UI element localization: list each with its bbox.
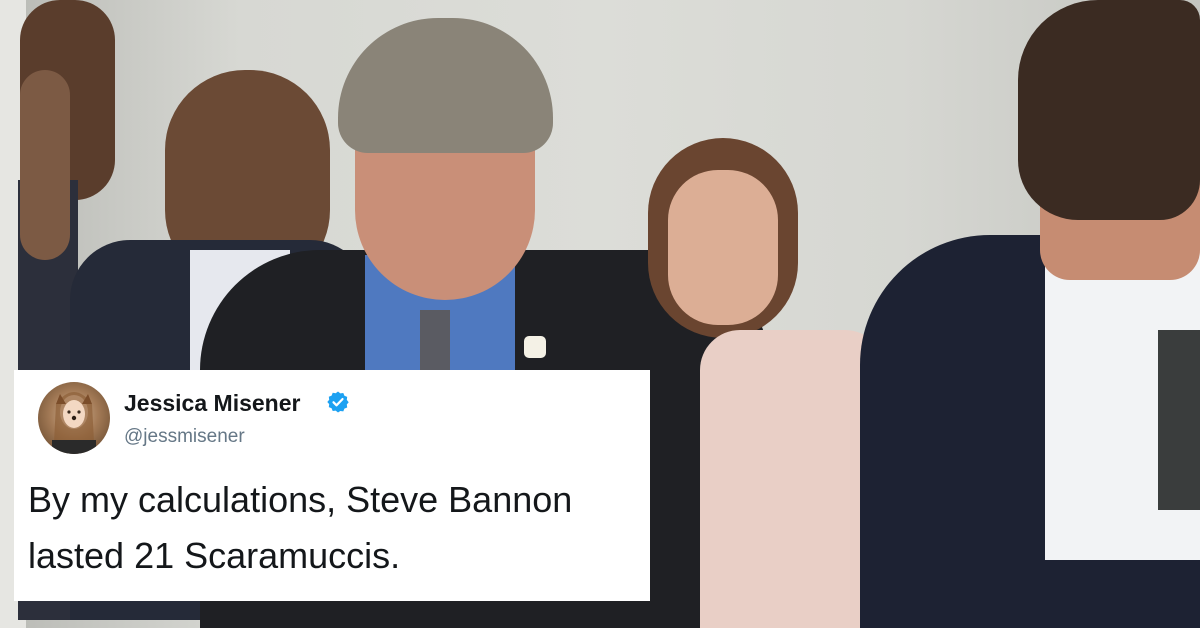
tweet-card[interactable]: Jessica Misener @jessmisener By my calcu… [14, 370, 650, 601]
avatar-image [52, 392, 96, 454]
person-right-hair [1018, 0, 1200, 220]
author-handle[interactable]: @jessmisener [124, 426, 245, 448]
author-name[interactable]: Jessica Misener [124, 390, 300, 417]
person-left-profile [20, 70, 70, 260]
lapel-pin [524, 336, 546, 358]
person-center-hair [338, 18, 553, 153]
person-right-tie [1158, 330, 1200, 510]
person-right-background-face [668, 170, 778, 325]
person-right-background-body [700, 330, 885, 628]
verified-badge-icon [327, 391, 349, 413]
avatar[interactable] [38, 382, 110, 454]
tweet-text: By my calculations, Steve Bannon lasted … [28, 479, 573, 576]
